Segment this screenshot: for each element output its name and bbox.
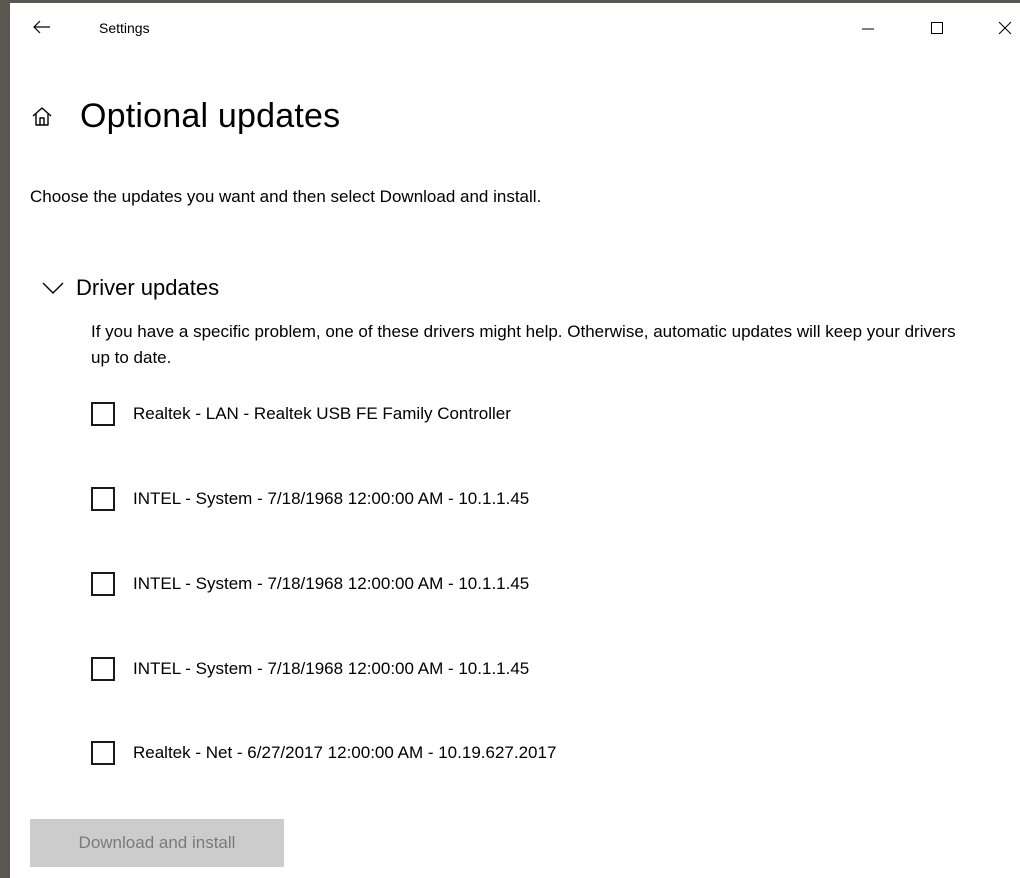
update-checkbox[interactable] — [91, 741, 115, 765]
update-item[interactable]: INTEL - System - 7/18/1968 12:00:00 AM -… — [91, 484, 529, 514]
update-item[interactable]: Realtek - Net - 6/27/2017 12:00:00 AM - … — [91, 738, 556, 768]
driver-updates-toggle[interactable]: Driver updates — [40, 271, 219, 305]
update-item[interactable]: INTEL - System - 7/18/1968 12:00:00 AM -… — [91, 654, 529, 684]
update-checkbox[interactable] — [91, 402, 115, 426]
update-label: Realtek - LAN - Realtek USB FE Family Co… — [133, 404, 511, 423]
update-label: INTEL - System - 7/18/1968 12:00:00 AM -… — [133, 489, 530, 508]
update-checkbox[interactable] — [91, 572, 115, 596]
title-bar: Settings — [10, 3, 1020, 51]
driver-updates-description: If you have a specific problem, one of t… — [91, 322, 956, 367]
update-item[interactable]: Realtek - LAN - Realtek USB FE Family Co… — [91, 399, 511, 429]
minimize-button[interactable] — [853, 15, 883, 41]
back-button[interactable] — [28, 15, 56, 39]
page-header: Optional updates — [30, 91, 340, 141]
close-icon — [998, 21, 1012, 35]
update-item[interactable]: INTEL - System - 7/18/1968 12:00:00 AM -… — [91, 569, 529, 599]
update-label: INTEL - System - 7/18/1968 12:00:00 AM -… — [133, 574, 530, 593]
maximize-icon — [931, 22, 943, 34]
app-title: Settings — [99, 20, 150, 36]
chevron-down-icon — [40, 278, 66, 298]
maximize-button[interactable] — [922, 15, 952, 41]
page-title: Optional updates — [80, 96, 341, 135]
update-checkbox[interactable] — [91, 487, 115, 511]
minimize-icon — [862, 28, 874, 30]
update-label: INTEL - System - 7/18/1968 12:00:00 AM -… — [133, 659, 530, 678]
close-button[interactable] — [990, 15, 1020, 41]
download-and-install-button[interactable]: Download and install — [30, 819, 284, 867]
settings-window: Settings Optional updates Choose the upd… — [10, 3, 1020, 878]
update-checkbox[interactable] — [91, 657, 115, 681]
back-arrow-icon — [33, 20, 50, 34]
driver-updates-title: Driver updates — [76, 275, 220, 300]
intro-text: Choose the updates you want and then sel… — [30, 187, 542, 206]
home-icon[interactable] — [30, 104, 54, 128]
update-label: Realtek - Net - 6/27/2017 12:00:00 AM - … — [133, 743, 557, 762]
